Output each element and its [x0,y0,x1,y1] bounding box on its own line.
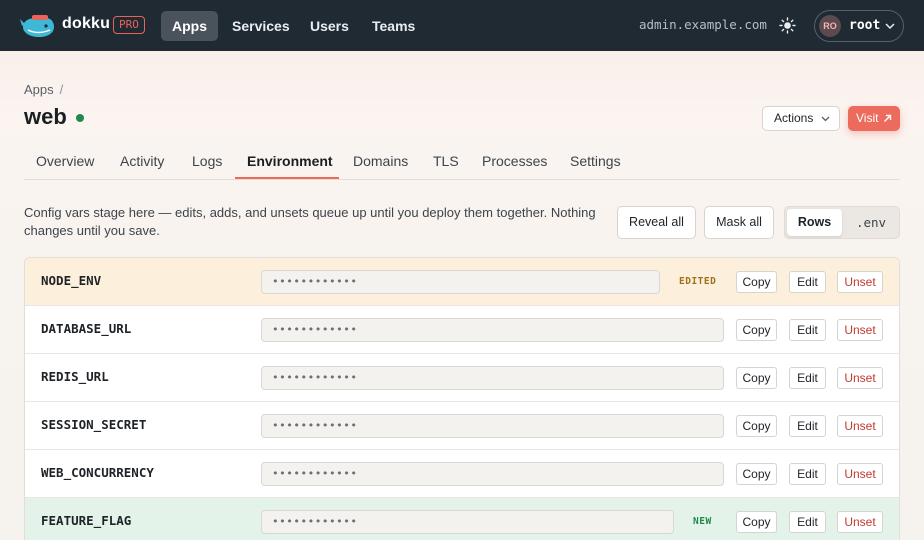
config-var-row: FEATURE_FLAG •••••••••••• NEW Copy Edit … [25,498,899,540]
tab-domains[interactable]: Domains [353,153,408,169]
tab-settings[interactable]: Settings [570,153,621,169]
sun-icon[interactable] [779,17,796,34]
config-var-key: DATABASE_URL [41,321,132,336]
nav-teams[interactable]: Teams [361,11,426,41]
environment-description: Config vars stage here — edits, adds, an… [24,205,596,238]
copy-button[interactable]: Copy [736,415,777,437]
breadcrumb: Apps / [24,82,63,97]
user-menu-button[interactable]: RO root [814,10,904,42]
config-var-value[interactable]: •••••••••••• [261,510,674,534]
host-name: admin.example.com [639,17,767,32]
config-var-value[interactable]: •••••••••••• [261,366,724,390]
app-tabs: Overview Activity Logs Environment Domai… [24,144,900,180]
config-var-key: REDIS_URL [41,369,109,384]
visit-button[interactable]: Visit [848,106,900,131]
breadcrumb-apps-link[interactable]: Apps [24,82,54,97]
avatar: RO [819,15,841,37]
config-var-row: SESSION_SECRET •••••••••••• Copy Edit Un… [25,402,899,450]
tab-processes[interactable]: Processes [482,153,547,169]
nav-users[interactable]: Users [299,11,360,41]
actions-label: Actions [774,111,814,125]
edited-badge: EDITED [679,276,717,287]
config-var-value[interactable]: •••••••••••• [261,414,724,438]
edit-button[interactable]: Edit [789,319,826,341]
config-var-value[interactable]: •••••••••••• [261,462,724,486]
unset-button[interactable]: Unset [837,319,883,341]
edit-button[interactable]: Edit [789,367,826,389]
view-mode-env[interactable]: .env [845,209,897,236]
active-tab-underline [235,177,339,179]
breadcrumb-separator: / [59,82,64,97]
config-var-key: FEATURE_FLAG [41,513,132,528]
nav-services[interactable]: Services [221,11,301,41]
edit-button[interactable]: Edit [789,271,826,293]
tab-tls[interactable]: TLS [433,153,459,169]
visit-label: Visit [856,111,879,125]
status-indicator-dot [76,114,84,122]
config-vars-table: NODE_ENV •••••••••••• EDITED Copy Edit U… [24,257,900,540]
config-var-key: WEB_CONCURRENCY [41,465,154,480]
new-badge: NEW [693,516,712,527]
unset-button[interactable]: Unset [837,367,883,389]
copy-button[interactable]: Copy [736,271,777,293]
view-mode-rows[interactable]: Rows [787,209,842,236]
unset-button[interactable]: Unset [837,511,883,533]
copy-button[interactable]: Copy [736,319,777,341]
copy-button[interactable]: Copy [736,511,777,533]
copy-button[interactable]: Copy [736,463,777,485]
user-name: root [849,18,881,33]
unset-button[interactable]: Unset [837,415,883,437]
tab-overview[interactable]: Overview [36,153,94,169]
edit-button[interactable]: Edit [789,463,826,485]
config-var-key: SESSION_SECRET [41,417,147,432]
config-var-value[interactable]: •••••••••••• [261,270,660,294]
tab-environment[interactable]: Environment [247,153,333,169]
unset-button[interactable]: Unset [837,463,883,485]
page-title: web [24,104,67,129]
copy-button[interactable]: Copy [736,367,777,389]
view-mode-toggle: Rows .env [784,206,900,239]
edit-button[interactable]: Edit [789,511,826,533]
dokku-whale-logo-icon[interactable] [20,13,56,39]
mask-all-button[interactable]: Mask all [704,206,774,239]
config-var-value[interactable]: •••••••••••• [261,318,724,342]
nav-apps[interactable]: Apps [161,11,218,41]
edit-button[interactable]: Edit [789,415,826,437]
config-var-row: REDIS_URL •••••••••••• Copy Edit Unset [25,354,899,402]
chevron-down-icon [885,23,895,30]
chevron-down-icon [821,116,830,122]
tab-activity[interactable]: Activity [120,153,164,169]
config-var-key: NODE_ENV [41,273,102,288]
tab-logs[interactable]: Logs [192,153,222,169]
config-var-row: DATABASE_URL •••••••••••• Copy Edit Unse… [25,306,899,354]
pro-badge: PRO [113,16,145,34]
config-var-row: NODE_ENV •••••••••••• EDITED Copy Edit U… [25,258,899,306]
reveal-all-button[interactable]: Reveal all [617,206,696,239]
external-link-arrow-icon [884,114,892,122]
actions-dropdown-button[interactable]: Actions [762,106,840,131]
config-var-row: WEB_CONCURRENCY •••••••••••• Copy Edit U… [25,450,899,498]
top-navigation-bar: dokku PRO Apps Services Users Teams admi… [0,0,924,51]
unset-button[interactable]: Unset [837,271,883,293]
brand-name[interactable]: dokku [62,15,110,33]
